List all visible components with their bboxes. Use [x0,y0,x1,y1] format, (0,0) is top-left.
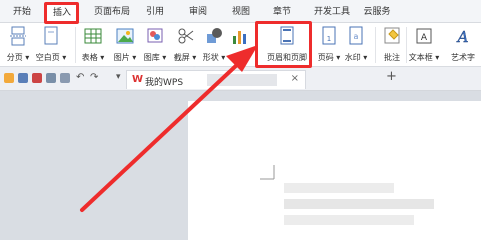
annotation-arrow-icon [80,45,258,212]
